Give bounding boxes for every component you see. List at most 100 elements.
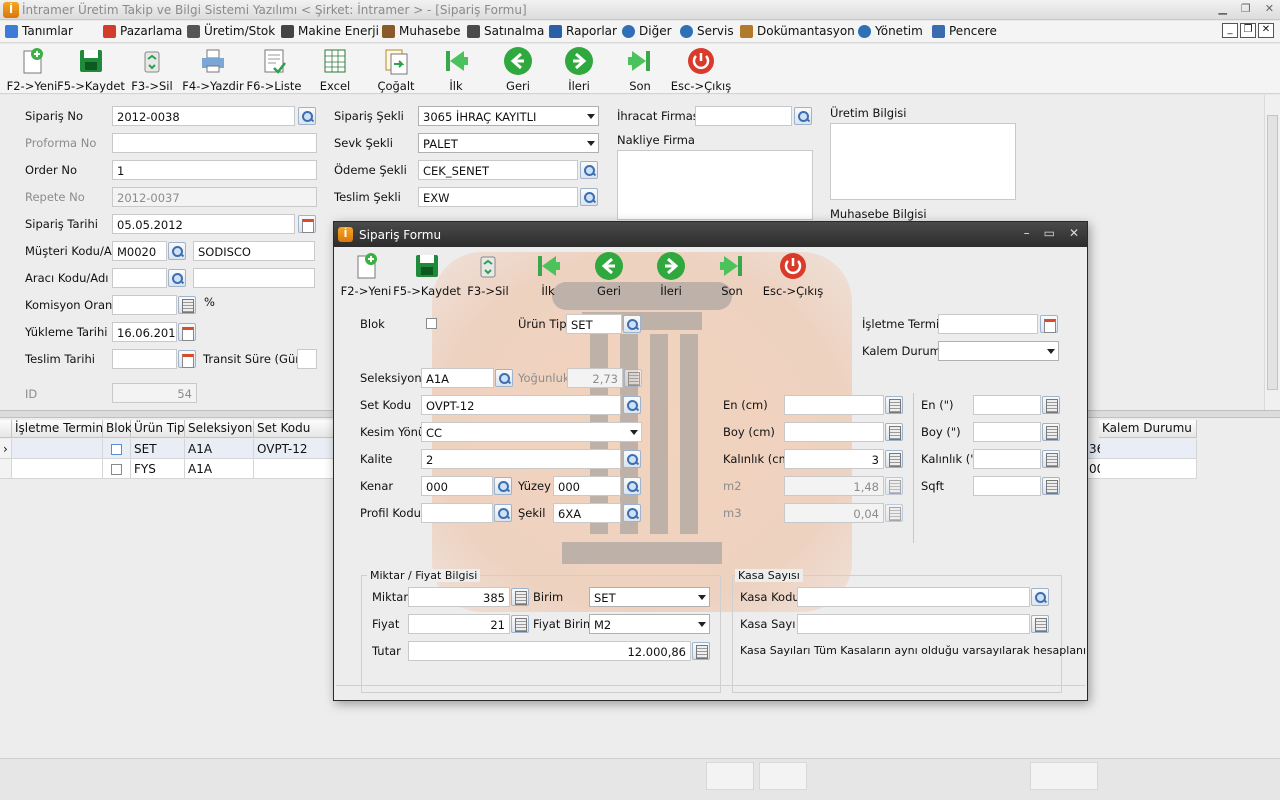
uretim-bilgisi-memo[interactable]: [830, 123, 1016, 200]
fiyat-field[interactable]: 21: [408, 614, 510, 634]
kalinlik-inch-calculator-icon[interactable]: [1042, 450, 1060, 468]
menu-pencere[interactable]: Pencere: [932, 24, 997, 38]
komisyon-field[interactable]: [112, 295, 177, 315]
col-isletme-termin[interactable]: İşletme Termin: [12, 420, 103, 438]
menu-pazarlama[interactable]: Pazarlama: [103, 24, 182, 38]
menu-uretim-stok[interactable]: Üretim/Stok: [187, 24, 275, 38]
boy-cm-calculator-icon[interactable]: [885, 423, 903, 441]
mdi-restore-icon[interactable]: ❐: [1240, 23, 1256, 38]
kenar-search-icon[interactable]: [494, 477, 512, 495]
musteri-search-icon[interactable]: [168, 242, 186, 260]
en-inch-calculator-icon[interactable]: [1042, 396, 1060, 414]
menu-raporlar[interactable]: Raporlar: [549, 24, 617, 38]
urun-tipi-search-icon[interactable]: [623, 315, 641, 333]
dialog-exit-button[interactable]: Esc->Çıkış: [761, 251, 825, 298]
en-inch-field[interactable]: [973, 395, 1041, 415]
kasa-kodu-field[interactable]: [797, 587, 1030, 607]
excel-button[interactable]: Excel: [303, 46, 367, 93]
profil-search-icon[interactable]: [494, 504, 512, 522]
previous-button[interactable]: Geri: [486, 46, 550, 93]
mdi-close-icon[interactable]: ✕: [1258, 23, 1274, 38]
kalinlik-cm-calculator-icon[interactable]: [885, 450, 903, 468]
miktar-field[interactable]: 385: [408, 587, 510, 607]
dialog-maximize-icon[interactable]: ▭: [1044, 226, 1055, 240]
odeme-search-icon[interactable]: [580, 161, 598, 179]
teslim-sekli-search-icon[interactable]: [580, 188, 598, 206]
miktar-calculator-icon[interactable]: [511, 588, 529, 606]
teslim-calendar-icon[interactable]: [178, 350, 196, 368]
menu-diger[interactable]: Diğer: [622, 24, 672, 38]
next-button[interactable]: İleri: [547, 46, 611, 93]
dialog-first-button[interactable]: İlk: [516, 251, 580, 298]
boy-inch-calculator-icon[interactable]: [1042, 423, 1060, 441]
urun-tipi-field[interactable]: SET: [566, 314, 622, 334]
sqft-field[interactable]: [973, 476, 1041, 496]
form-scrollbar[interactable]: [1264, 95, 1280, 410]
blok-checkbox[interactable]: [426, 318, 437, 329]
fiyat-birim-select[interactable]: M2: [589, 614, 710, 634]
menu-makine-enerji[interactable]: Makine Enerji: [281, 24, 379, 38]
araci-kodu-field[interactable]: [112, 268, 167, 288]
kalem-durumu-select[interactable]: [938, 341, 1059, 361]
last-record-button[interactable]: Son: [608, 46, 672, 93]
boy-inch-field[interactable]: [973, 422, 1041, 442]
menu-muhasebe[interactable]: Muhasebe: [382, 24, 461, 38]
minimize-icon[interactable]: ▁: [1218, 2, 1226, 15]
en-cm-calculator-icon[interactable]: [885, 396, 903, 414]
col-seleksiyon[interactable]: Seleksiyon: [185, 420, 254, 438]
dialog-last-button[interactable]: Son: [700, 251, 764, 298]
kalite-search-icon[interactable]: [623, 450, 641, 468]
save-button[interactable]: F5->Kaydet: [57, 46, 125, 93]
siparis-sekli-select[interactable]: 3065 İHRAÇ KAYITLI: [418, 106, 599, 126]
first-record-button[interactable]: İlk: [424, 46, 488, 93]
siparis-no-field[interactable]: 2012-0038: [112, 106, 295, 126]
transit-field[interactable]: [297, 349, 317, 369]
kasa-sayi-field[interactable]: [797, 614, 1030, 634]
nakliye-firma-memo[interactable]: [617, 150, 813, 220]
sekil-field[interactable]: 6XA: [553, 503, 621, 523]
boy-cm-field[interactable]: [784, 422, 884, 442]
status-button-2[interactable]: [759, 762, 807, 790]
yuzey-search-icon[interactable]: [623, 477, 641, 495]
dialog-new-button[interactable]: F2->Yeni: [334, 251, 398, 298]
dialog-save-button[interactable]: F5->Kaydet: [393, 251, 461, 298]
dialog-minimize-icon[interactable]: –: [1024, 226, 1030, 240]
delete-button[interactable]: F3->Sil: [120, 46, 184, 93]
yuzey-field[interactable]: 000: [553, 476, 621, 496]
scrollbar-thumb[interactable]: [1267, 115, 1278, 390]
tutar-calculator-icon[interactable]: [692, 642, 710, 660]
col-urun-tipi[interactable]: Ürün Tipi: [131, 420, 188, 438]
status-button-1[interactable]: [706, 762, 754, 790]
yukleme-calendar-icon[interactable]: [178, 323, 196, 341]
blok-checkbox[interactable]: [111, 444, 122, 455]
order-no-field[interactable]: 1: [112, 160, 317, 180]
kalinlik-cm-field[interactable]: 3: [784, 449, 884, 469]
birim-select[interactable]: SET: [589, 587, 710, 607]
tutar-field[interactable]: 12.000,86: [408, 641, 691, 661]
dialog-delete-button[interactable]: F3->Sil: [456, 251, 520, 298]
mdi-minimize-icon[interactable]: _: [1222, 23, 1238, 38]
new-button[interactable]: F2->Yeni: [0, 46, 64, 93]
isletme-termin-calendar-icon[interactable]: [1040, 315, 1058, 333]
sevk-sekli-select[interactable]: PALET: [418, 133, 599, 153]
list-button[interactable]: F6->Liste: [242, 46, 306, 93]
isletme-termin-field[interactable]: [938, 314, 1038, 334]
en-cm-field[interactable]: [784, 395, 884, 415]
print-button[interactable]: F4->Yazdir: [181, 46, 245, 93]
siparis-tarihi-calendar-icon[interactable]: [298, 215, 316, 233]
odeme-sekli-field[interactable]: CEK_SENET: [418, 160, 578, 180]
kasa-sayi-calculator-icon[interactable]: [1031, 615, 1049, 633]
sqft-calculator-icon[interactable]: [1042, 477, 1060, 495]
musteri-adi-field[interactable]: SODISCO: [193, 241, 315, 261]
dialog-next-button[interactable]: İleri: [639, 251, 703, 298]
kasa-kodu-search-icon[interactable]: [1031, 588, 1049, 606]
menu-dokumantasyon[interactable]: Dokümantasyon: [740, 24, 855, 38]
kalinlik-inch-field[interactable]: [973, 449, 1041, 469]
menu-servis[interactable]: Servis: [680, 24, 734, 38]
araci-adi-field[interactable]: [193, 268, 315, 288]
exit-button[interactable]: Esc->Çıkış: [669, 46, 733, 93]
musteri-kodu-field[interactable]: M0020: [112, 241, 167, 261]
status-button-3[interactable]: [1030, 762, 1098, 790]
col-blok[interactable]: Blok: [103, 420, 132, 438]
blok-checkbox[interactable]: [111, 464, 122, 475]
